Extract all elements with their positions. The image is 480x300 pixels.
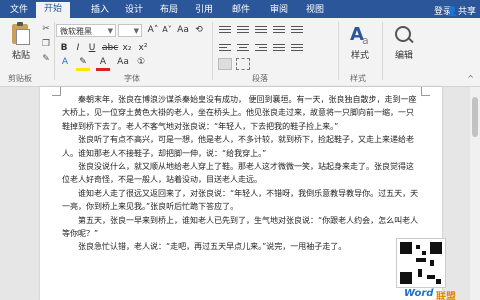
tab-insert[interactable]: 插入: [91, 4, 109, 16]
highlight-icon[interactable]: ✎: [76, 56, 90, 68]
editing-label: 编辑: [394, 51, 413, 61]
copy-icon[interactable]: ❐: [40, 39, 52, 49]
ribbon-tab-bar: 文件 开始 插入 设计 布局 引用 邮件 审阅 视图 登录 👤共享: [0, 0, 480, 18]
decrease-indent-icon[interactable]: [272, 24, 286, 36]
person-icon: 👤: [446, 7, 458, 17]
clear-format-icon[interactable]: ⟲: [192, 24, 206, 36]
styles-button[interactable]: A a 样式: [344, 24, 376, 61]
tab-references[interactable]: 引用: [195, 4, 213, 16]
clipboard-group-label: 剪贴板: [8, 74, 32, 83]
bold-icon[interactable]: B: [58, 42, 70, 54]
bullets-icon[interactable]: [218, 24, 232, 36]
tab-review[interactable]: 审阅: [270, 4, 288, 16]
styles-icon: A a: [350, 24, 369, 47]
borders-icon[interactable]: [236, 58, 250, 70]
font-color-bar: [96, 68, 110, 71]
font-name-value: 微软雅黑: [60, 27, 92, 36]
chevron-down-icon: ▼: [133, 27, 139, 35]
body-paragraph: 张良听了有点不高兴，可是一想，他是老人，不多计较，就到桥下，捡起鞋子，又走上来递…: [62, 135, 414, 158]
cut-icon[interactable]: ✂: [40, 24, 52, 34]
scrollbar-thumb[interactable]: [472, 97, 478, 137]
font-size-select[interactable]: ▼: [118, 24, 142, 37]
collapse-ribbon-icon[interactable]: ^: [467, 74, 474, 83]
editing-button[interactable]: 编辑: [388, 24, 420, 61]
paste-button[interactable]: 粘贴: [4, 22, 38, 66]
font-name-select[interactable]: 微软雅黑 ▼: [56, 24, 116, 37]
subscript-icon[interactable]: x₂: [120, 42, 134, 54]
align-right-icon[interactable]: [254, 42, 268, 54]
align-center-icon[interactable]: [236, 42, 250, 54]
body-paragraph: 秦朝末年，张良在博浪沙谋杀秦始皇没有成功， 便回到襄垣。有一天，张良独自散步，走…: [62, 95, 417, 131]
qr-code: [396, 238, 446, 288]
char-shading-icon[interactable]: Aa: [116, 56, 130, 68]
format-painter-icon[interactable]: ✎: [40, 54, 52, 64]
body-paragraph: 谁知老人走了很远又返回来了，对张良说：“年轻人，不错呀，我倒乐意教导教导你。过五…: [62, 188, 419, 212]
search-icon: [392, 24, 416, 48]
paste-label: 粘贴: [11, 51, 30, 61]
ribbon: 粘贴 ✂ ❐ ✎ 剪贴板 微软雅黑 ▼ ▼ A˄ A˅ Aa ⟲ B I U a…: [0, 18, 480, 87]
font-group-label: 字体: [124, 74, 140, 83]
margin-corner-mark: [52, 87, 61, 96]
shading-icon[interactable]: [218, 58, 232, 70]
body-paragraph: 张良急忙认错，老人说：“走吧，再过五天早点儿来。”说完，一甩袖子走了。: [78, 242, 347, 252]
enclose-char-icon[interactable]: ①: [134, 56, 148, 68]
text-effects-icon[interactable]: A: [58, 56, 72, 68]
multilevel-list-icon[interactable]: [254, 24, 268, 36]
paragraph-group-label: 段落: [252, 74, 268, 83]
margin-corner-mark: [421, 87, 430, 96]
highlight-color-bar: [76, 68, 90, 71]
styles-group-label: 样式: [350, 74, 366, 83]
share-label: 共享: [457, 7, 476, 17]
tab-design[interactable]: 设计: [125, 4, 143, 16]
clipboard-icon: [10, 22, 32, 46]
align-left-icon[interactable]: [218, 42, 232, 54]
styles-label: 样式: [350, 51, 369, 61]
change-case-icon[interactable]: Aa: [176, 24, 190, 36]
tab-home[interactable]: 开始: [36, 2, 71, 18]
document-body[interactable]: 秦朝末年，张良在博浪沙谋杀秦始皇没有成功， 便回到襄垣。有一天，张良独自散步，走…: [62, 93, 420, 254]
watermark-logo: Word: [404, 288, 434, 299]
increase-indent-icon[interactable]: [290, 24, 304, 36]
word-window: 文件 开始 插入 设计 布局 引用 邮件 审阅 视图 登录 👤共享 粘贴 ✂ ❐…: [0, 0, 480, 300]
grow-font-icon[interactable]: A˄: [146, 24, 160, 36]
numbering-icon[interactable]: [236, 24, 250, 36]
tab-file[interactable]: 文件: [10, 4, 28, 16]
line-spacing-icon[interactable]: [290, 42, 304, 54]
chevron-down-icon: ▼: [107, 27, 113, 35]
shrink-font-icon[interactable]: A˅: [160, 24, 174, 36]
page[interactable]: 秦朝末年，张良在博浪沙谋杀秦始皇没有成功， 便回到襄垣。有一天，张良独自散步，走…: [40, 87, 442, 300]
underline-icon[interactable]: U: [86, 42, 98, 54]
tab-view[interactable]: 视图: [306, 4, 324, 16]
strikethrough-icon[interactable]: abc: [102, 42, 118, 54]
tab-layout[interactable]: 布局: [160, 4, 178, 16]
tab-mailings[interactable]: 邮件: [232, 4, 250, 16]
body-paragraph: 第五天，张良一早来到桥上，谁知老人已先到了，生气地对张良说：“你跟老人约会，怎么…: [62, 215, 419, 239]
share-button[interactable]: 👤共享: [447, 4, 476, 17]
body-paragraph: 张良没说什么，就又顺从地给老人穿上了鞋。那老人这才微微一笑，站起身来走了。张良觉…: [62, 162, 414, 185]
italic-icon[interactable]: I: [72, 42, 84, 54]
superscript-icon[interactable]: x²: [136, 42, 150, 54]
font-color-icon[interactable]: A: [96, 56, 110, 68]
vertical-scrollbar[interactable]: [470, 87, 480, 300]
watermark-logo-suffix: 联盟: [436, 292, 456, 300]
justify-icon[interactable]: [272, 42, 286, 54]
